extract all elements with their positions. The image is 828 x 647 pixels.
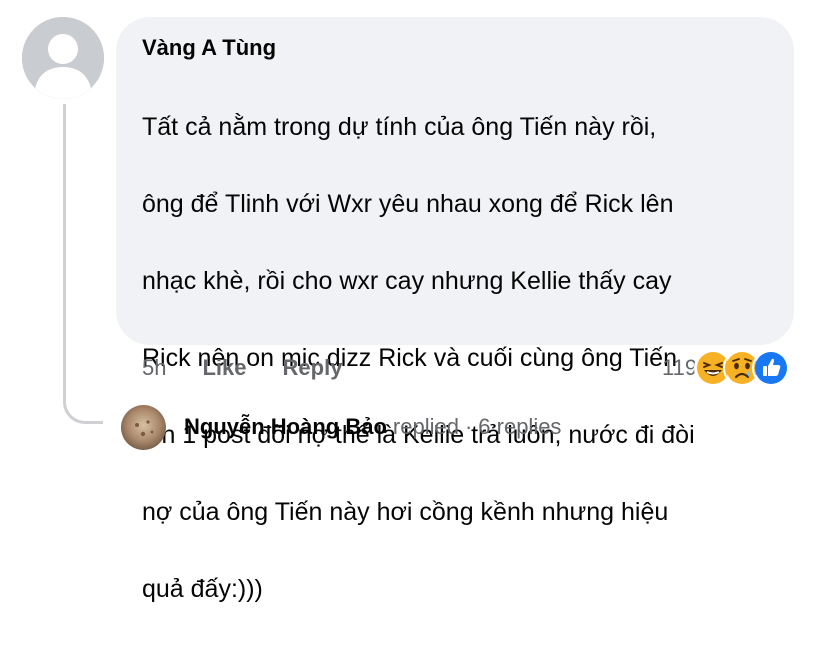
default-profile-icon: [22, 17, 104, 99]
comment-line: nhạc khè, rồi cho wxr cay nhưng Kellie t…: [142, 266, 672, 295]
view-replies-link[interactable]: Nguyễn Hoàng Bảo replied · 6 replies: [121, 404, 561, 450]
like-emoji-icon: [752, 349, 791, 387]
comment-author[interactable]: Vàng A Tùng: [142, 33, 774, 63]
replier-name[interactable]: Nguyễn Hoàng Bảo: [184, 414, 387, 440]
comment-line: quả đấy:))): [142, 574, 263, 603]
comment-line: Tất cả nằm trong dự tính của ông Tiến nà…: [142, 112, 657, 141]
reaction-count: 119: [662, 355, 698, 380]
comment-timestamp[interactable]: 5h: [142, 355, 166, 381]
comment-line: nợ của ông Tiến này hơi cồng kềnh nhưng …: [142, 497, 669, 526]
commenter-avatar[interactable]: [22, 17, 104, 99]
replier-avatar[interactable]: [121, 404, 166, 450]
reply-separator: ·: [464, 414, 473, 439]
reactions-summary[interactable]: 119: [662, 349, 791, 387]
comment-actions: 5h Like Reply: [142, 353, 378, 383]
comment-bubble: Vàng A Tùng Tất cả nằm trong dự tính của…: [116, 17, 794, 603]
reply-button[interactable]: Reply: [283, 355, 343, 381]
reply-action-text: replied: [392, 414, 459, 439]
reply-count[interactable]: 6 replies: [478, 414, 561, 440]
comment-line: ông để Tlinh với Wxr yêu nhau xong để Ri…: [142, 189, 674, 218]
like-button[interactable]: Like: [202, 355, 246, 381]
reply-thread-line: [63, 104, 103, 424]
